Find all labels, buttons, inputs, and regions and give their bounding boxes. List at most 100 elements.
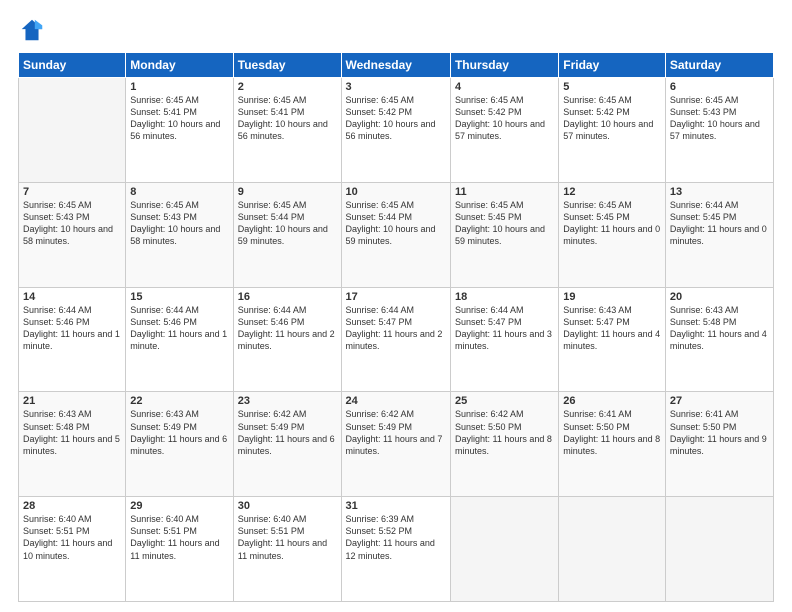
calendar-cell: 29Sunrise: 6:40 AMSunset: 5:51 PMDayligh… bbox=[126, 497, 233, 602]
day-number: 28 bbox=[23, 500, 121, 512]
day-number: 24 bbox=[346, 395, 446, 407]
calendar-cell: 15Sunrise: 6:44 AMSunset: 5:46 PMDayligh… bbox=[126, 287, 233, 392]
day-number: 19 bbox=[563, 291, 661, 303]
calendar-cell: 20Sunrise: 6:43 AMSunset: 5:48 PMDayligh… bbox=[665, 287, 773, 392]
day-number: 27 bbox=[670, 395, 769, 407]
cell-details: Sunrise: 6:45 AMSunset: 5:44 PMDaylight:… bbox=[346, 199, 446, 248]
calendar-day-header: Tuesday bbox=[233, 53, 341, 78]
cell-details: Sunrise: 6:44 AMSunset: 5:46 PMDaylight:… bbox=[130, 304, 228, 353]
cell-details: Sunrise: 6:42 AMSunset: 5:49 PMDaylight:… bbox=[238, 408, 337, 457]
day-number: 10 bbox=[346, 186, 446, 198]
calendar-day-header: Monday bbox=[126, 53, 233, 78]
calendar-cell: 13Sunrise: 6:44 AMSunset: 5:45 PMDayligh… bbox=[665, 182, 773, 287]
calendar-cell: 24Sunrise: 6:42 AMSunset: 5:49 PMDayligh… bbox=[341, 392, 450, 497]
day-number: 8 bbox=[130, 186, 228, 198]
calendar-cell: 16Sunrise: 6:44 AMSunset: 5:46 PMDayligh… bbox=[233, 287, 341, 392]
cell-details: Sunrise: 6:42 AMSunset: 5:49 PMDaylight:… bbox=[346, 408, 446, 457]
cell-details: Sunrise: 6:40 AMSunset: 5:51 PMDaylight:… bbox=[23, 513, 121, 562]
day-number: 29 bbox=[130, 500, 228, 512]
cell-details: Sunrise: 6:45 AMSunset: 5:41 PMDaylight:… bbox=[130, 94, 228, 143]
day-number: 2 bbox=[238, 81, 337, 93]
day-number: 15 bbox=[130, 291, 228, 303]
day-number: 9 bbox=[238, 186, 337, 198]
cell-details: Sunrise: 6:39 AMSunset: 5:52 PMDaylight:… bbox=[346, 513, 446, 562]
day-number: 11 bbox=[455, 186, 554, 198]
calendar-cell: 9Sunrise: 6:45 AMSunset: 5:44 PMDaylight… bbox=[233, 182, 341, 287]
calendar-cell: 23Sunrise: 6:42 AMSunset: 5:49 PMDayligh… bbox=[233, 392, 341, 497]
page: SundayMondayTuesdayWednesdayThursdayFrid… bbox=[0, 0, 792, 612]
calendar-week-row: 14Sunrise: 6:44 AMSunset: 5:46 PMDayligh… bbox=[19, 287, 774, 392]
cell-details: Sunrise: 6:42 AMSunset: 5:50 PMDaylight:… bbox=[455, 408, 554, 457]
cell-details: Sunrise: 6:45 AMSunset: 5:42 PMDaylight:… bbox=[346, 94, 446, 143]
day-number: 16 bbox=[238, 291, 337, 303]
calendar-day-header: Thursday bbox=[450, 53, 558, 78]
day-number: 26 bbox=[563, 395, 661, 407]
calendar-cell: 7Sunrise: 6:45 AMSunset: 5:43 PMDaylight… bbox=[19, 182, 126, 287]
calendar-cell: 21Sunrise: 6:43 AMSunset: 5:48 PMDayligh… bbox=[19, 392, 126, 497]
day-number: 23 bbox=[238, 395, 337, 407]
day-number: 4 bbox=[455, 81, 554, 93]
day-number: 3 bbox=[346, 81, 446, 93]
calendar-day-header: Saturday bbox=[665, 53, 773, 78]
calendar-cell: 30Sunrise: 6:40 AMSunset: 5:51 PMDayligh… bbox=[233, 497, 341, 602]
day-number: 13 bbox=[670, 186, 769, 198]
calendar-cell: 27Sunrise: 6:41 AMSunset: 5:50 PMDayligh… bbox=[665, 392, 773, 497]
cell-details: Sunrise: 6:45 AMSunset: 5:45 PMDaylight:… bbox=[563, 199, 661, 248]
calendar-cell: 11Sunrise: 6:45 AMSunset: 5:45 PMDayligh… bbox=[450, 182, 558, 287]
calendar-cell bbox=[559, 497, 666, 602]
cell-details: Sunrise: 6:43 AMSunset: 5:48 PMDaylight:… bbox=[670, 304, 769, 353]
calendar-week-row: 28Sunrise: 6:40 AMSunset: 5:51 PMDayligh… bbox=[19, 497, 774, 602]
cell-details: Sunrise: 6:40 AMSunset: 5:51 PMDaylight:… bbox=[238, 513, 337, 562]
logo-icon bbox=[18, 16, 46, 44]
calendar-cell: 8Sunrise: 6:45 AMSunset: 5:43 PMDaylight… bbox=[126, 182, 233, 287]
day-number: 17 bbox=[346, 291, 446, 303]
calendar-day-header: Wednesday bbox=[341, 53, 450, 78]
calendar-cell: 26Sunrise: 6:41 AMSunset: 5:50 PMDayligh… bbox=[559, 392, 666, 497]
cell-details: Sunrise: 6:45 AMSunset: 5:43 PMDaylight:… bbox=[23, 199, 121, 248]
calendar-cell: 19Sunrise: 6:43 AMSunset: 5:47 PMDayligh… bbox=[559, 287, 666, 392]
calendar-day-header: Friday bbox=[559, 53, 666, 78]
calendar-cell: 18Sunrise: 6:44 AMSunset: 5:47 PMDayligh… bbox=[450, 287, 558, 392]
cell-details: Sunrise: 6:45 AMSunset: 5:42 PMDaylight:… bbox=[563, 94, 661, 143]
header bbox=[18, 16, 774, 44]
cell-details: Sunrise: 6:44 AMSunset: 5:45 PMDaylight:… bbox=[670, 199, 769, 248]
calendar-week-row: 21Sunrise: 6:43 AMSunset: 5:48 PMDayligh… bbox=[19, 392, 774, 497]
cell-details: Sunrise: 6:44 AMSunset: 5:46 PMDaylight:… bbox=[23, 304, 121, 353]
calendar-week-row: 1Sunrise: 6:45 AMSunset: 5:41 PMDaylight… bbox=[19, 78, 774, 183]
cell-details: Sunrise: 6:45 AMSunset: 5:44 PMDaylight:… bbox=[238, 199, 337, 248]
cell-details: Sunrise: 6:45 AMSunset: 5:43 PMDaylight:… bbox=[130, 199, 228, 248]
day-number: 20 bbox=[670, 291, 769, 303]
day-number: 22 bbox=[130, 395, 228, 407]
calendar-cell: 5Sunrise: 6:45 AMSunset: 5:42 PMDaylight… bbox=[559, 78, 666, 183]
calendar-cell bbox=[450, 497, 558, 602]
cell-details: Sunrise: 6:43 AMSunset: 5:49 PMDaylight:… bbox=[130, 408, 228, 457]
cell-details: Sunrise: 6:44 AMSunset: 5:46 PMDaylight:… bbox=[238, 304, 337, 353]
cell-details: Sunrise: 6:41 AMSunset: 5:50 PMDaylight:… bbox=[563, 408, 661, 457]
calendar-cell bbox=[19, 78, 126, 183]
calendar-cell: 3Sunrise: 6:45 AMSunset: 5:42 PMDaylight… bbox=[341, 78, 450, 183]
day-number: 12 bbox=[563, 186, 661, 198]
calendar-cell bbox=[665, 497, 773, 602]
cell-details: Sunrise: 6:45 AMSunset: 5:45 PMDaylight:… bbox=[455, 199, 554, 248]
calendar-day-header: Sunday bbox=[19, 53, 126, 78]
cell-details: Sunrise: 6:45 AMSunset: 5:41 PMDaylight:… bbox=[238, 94, 337, 143]
calendar-cell: 31Sunrise: 6:39 AMSunset: 5:52 PMDayligh… bbox=[341, 497, 450, 602]
logo bbox=[18, 16, 50, 44]
calendar-cell: 10Sunrise: 6:45 AMSunset: 5:44 PMDayligh… bbox=[341, 182, 450, 287]
day-number: 18 bbox=[455, 291, 554, 303]
cell-details: Sunrise: 6:45 AMSunset: 5:43 PMDaylight:… bbox=[670, 94, 769, 143]
calendar-cell: 17Sunrise: 6:44 AMSunset: 5:47 PMDayligh… bbox=[341, 287, 450, 392]
calendar-cell: 22Sunrise: 6:43 AMSunset: 5:49 PMDayligh… bbox=[126, 392, 233, 497]
day-number: 1 bbox=[130, 81, 228, 93]
cell-details: Sunrise: 6:45 AMSunset: 5:42 PMDaylight:… bbox=[455, 94, 554, 143]
calendar-cell: 1Sunrise: 6:45 AMSunset: 5:41 PMDaylight… bbox=[126, 78, 233, 183]
day-number: 31 bbox=[346, 500, 446, 512]
day-number: 30 bbox=[238, 500, 337, 512]
day-number: 14 bbox=[23, 291, 121, 303]
calendar-table: SundayMondayTuesdayWednesdayThursdayFrid… bbox=[18, 52, 774, 602]
calendar-cell: 12Sunrise: 6:45 AMSunset: 5:45 PMDayligh… bbox=[559, 182, 666, 287]
cell-details: Sunrise: 6:43 AMSunset: 5:47 PMDaylight:… bbox=[563, 304, 661, 353]
day-number: 5 bbox=[563, 81, 661, 93]
calendar-cell: 6Sunrise: 6:45 AMSunset: 5:43 PMDaylight… bbox=[665, 78, 773, 183]
calendar-cell: 28Sunrise: 6:40 AMSunset: 5:51 PMDayligh… bbox=[19, 497, 126, 602]
